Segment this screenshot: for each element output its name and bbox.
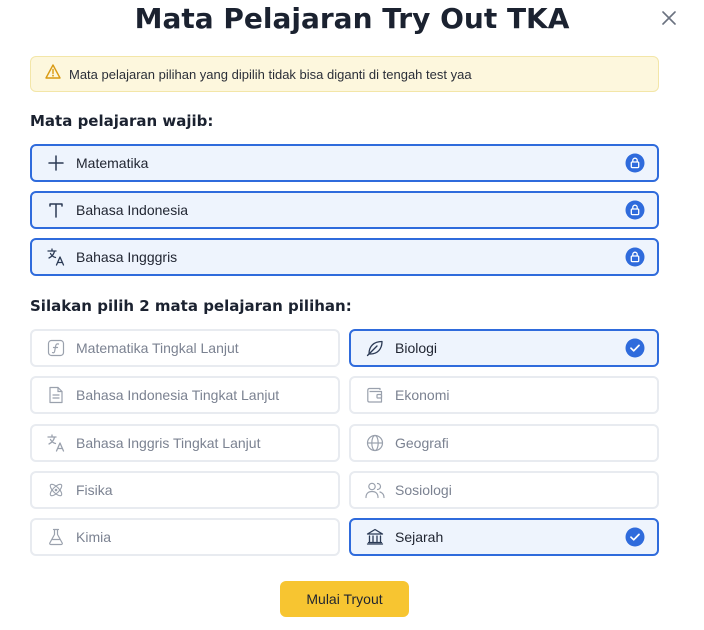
mandatory-item-bahasa-indonesia: Bahasa Indonesia: [30, 191, 659, 229]
option-label: Fisika: [76, 482, 113, 498]
optional-section-label: Silakan pilih 2 mata pelajaran pilihan:: [30, 297, 352, 315]
option-geografi[interactable]: Geografi: [349, 424, 659, 462]
option-matematika-tingkat-lanjut[interactable]: Matematika Tingkal Lanjut: [30, 329, 340, 367]
modal-title: Mata Pelajaran Try Out TKA: [134, 2, 570, 35]
museum-icon: [365, 527, 385, 547]
lock-icon: [625, 247, 645, 267]
translate-icon: [46, 247, 66, 267]
option-bahasa-indonesia-tingkat-lanjut[interactable]: Bahasa Indonesia Tingkat Lanjut: [30, 376, 340, 414]
option-sejarah[interactable]: Sejarah: [349, 518, 659, 556]
warning-text: Mata pelajaran pilihan yang dipilih tida…: [69, 66, 472, 82]
leaf-icon: [365, 338, 385, 358]
option-label: Bahasa Indonesia Tingkat Lanjut: [76, 387, 280, 403]
mandatory-section-label: Mata pelajaran wajib:: [30, 112, 214, 130]
document-icon: [46, 385, 66, 405]
warning-icon: [45, 64, 61, 84]
globe-icon: [365, 433, 385, 453]
option-sosiologi[interactable]: Sosiologi: [349, 471, 659, 509]
wallet-icon: [365, 385, 385, 405]
close-icon[interactable]: [662, 10, 676, 30]
mandatory-item-matematika: Matematika: [30, 144, 659, 182]
translate-icon: [46, 433, 66, 453]
option-label: Kimia: [76, 529, 112, 545]
check-circle-icon: [625, 527, 645, 547]
check-circle-icon: [625, 338, 645, 358]
option-label: Sejarah: [395, 529, 444, 545]
lock-icon: [625, 153, 645, 173]
option-fisika[interactable]: Fisika: [30, 471, 340, 509]
option-label: Geografi: [395, 435, 449, 451]
lock-icon: [625, 200, 645, 220]
plus-icon: [46, 153, 66, 173]
option-label: Bahasa Inggris Tingkat Lanjut: [76, 435, 261, 451]
warning-banner: Mata pelajaran pilihan yang dipilih tida…: [30, 56, 659, 92]
users-icon: [365, 480, 385, 500]
option-label: Matematika Tingkal Lanjut: [76, 340, 239, 356]
atom-icon: [46, 480, 66, 500]
option-ekonomi[interactable]: Ekonomi: [349, 376, 659, 414]
start-tryout-button[interactable]: Mulai Tryout: [280, 581, 409, 617]
option-label: Ekonomi: [395, 387, 450, 403]
option-bahasa-inggris-tingkat-lanjut[interactable]: Bahasa Inggris Tingkat Lanjut: [30, 424, 340, 462]
mandatory-item-label: Matematika: [76, 155, 149, 171]
mandatory-item-bahasa-inggris: Bahasa Ingggris: [30, 238, 659, 276]
mandatory-item-label: Bahasa Ingggris: [76, 249, 178, 265]
function-icon: [46, 338, 66, 358]
text-t-icon: [46, 200, 66, 220]
close-button[interactable]: [657, 8, 681, 32]
flask-icon: [46, 527, 66, 547]
option-label: Biologi: [395, 340, 438, 356]
option-label: Sosiologi: [395, 482, 452, 498]
option-biologi[interactable]: Biologi: [349, 329, 659, 367]
mandatory-item-label: Bahasa Indonesia: [76, 202, 189, 218]
option-kimia[interactable]: Kimia: [30, 518, 340, 556]
